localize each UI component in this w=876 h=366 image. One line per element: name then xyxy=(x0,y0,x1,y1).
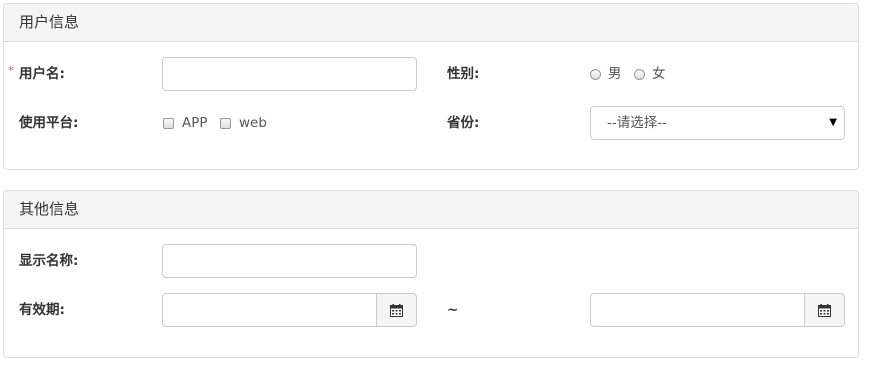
username-label-text: 用户名: xyxy=(19,66,65,82)
caret-down-icon: ▼ xyxy=(829,117,837,128)
username-input[interactable] xyxy=(162,57,417,91)
end-date-calendar-button[interactable] xyxy=(805,293,845,327)
display-name-label: 显示名称: xyxy=(19,253,79,269)
gender-option-male[interactable]: 男 xyxy=(590,64,622,84)
platform-web-checkbox[interactable] xyxy=(220,117,231,129)
calendar-icon xyxy=(818,303,831,317)
platform-label: 使用平台: xyxy=(19,115,79,131)
display-name-input[interactable] xyxy=(162,244,417,278)
start-date-calendar-button[interactable] xyxy=(377,293,417,327)
start-date-input[interactable] xyxy=(162,293,377,327)
username-label: * 用户名: xyxy=(8,64,65,84)
platform-app-label: APP xyxy=(182,115,208,131)
validity-label: 有效期: xyxy=(19,302,65,318)
required-mark: * xyxy=(8,64,14,77)
platform-web-label: web xyxy=(239,115,267,131)
date-range-separator: ~ xyxy=(447,302,459,318)
platform-option-app[interactable]: APP xyxy=(163,113,208,133)
user-info-panel-title: 用户信息 xyxy=(4,4,858,42)
province-select[interactable]: --请选择-- ▼ xyxy=(590,106,845,140)
gender-option-female[interactable]: 女 xyxy=(634,64,666,84)
user-info-panel: 用户信息 * 用户名: 性别: 男 女 使用平台: APP web 省份: --… xyxy=(3,3,859,170)
gender-male-radio[interactable] xyxy=(590,68,601,80)
gender-female-radio[interactable] xyxy=(634,68,645,80)
platform-option-web[interactable]: web xyxy=(220,113,267,133)
calendar-icon xyxy=(390,303,403,317)
gender-male-label: 男 xyxy=(608,66,622,82)
other-info-panel: 其他信息 显示名称: 有效期: ~ xyxy=(3,190,859,358)
end-date-input[interactable] xyxy=(590,293,805,327)
province-select-value: --请选择-- xyxy=(607,115,667,131)
gender-female-label: 女 xyxy=(652,66,666,82)
other-info-panel-title: 其他信息 xyxy=(4,191,858,229)
platform-app-checkbox[interactable] xyxy=(163,117,174,129)
province-label: 省份: xyxy=(447,115,480,131)
gender-label: 性别: xyxy=(447,66,480,82)
